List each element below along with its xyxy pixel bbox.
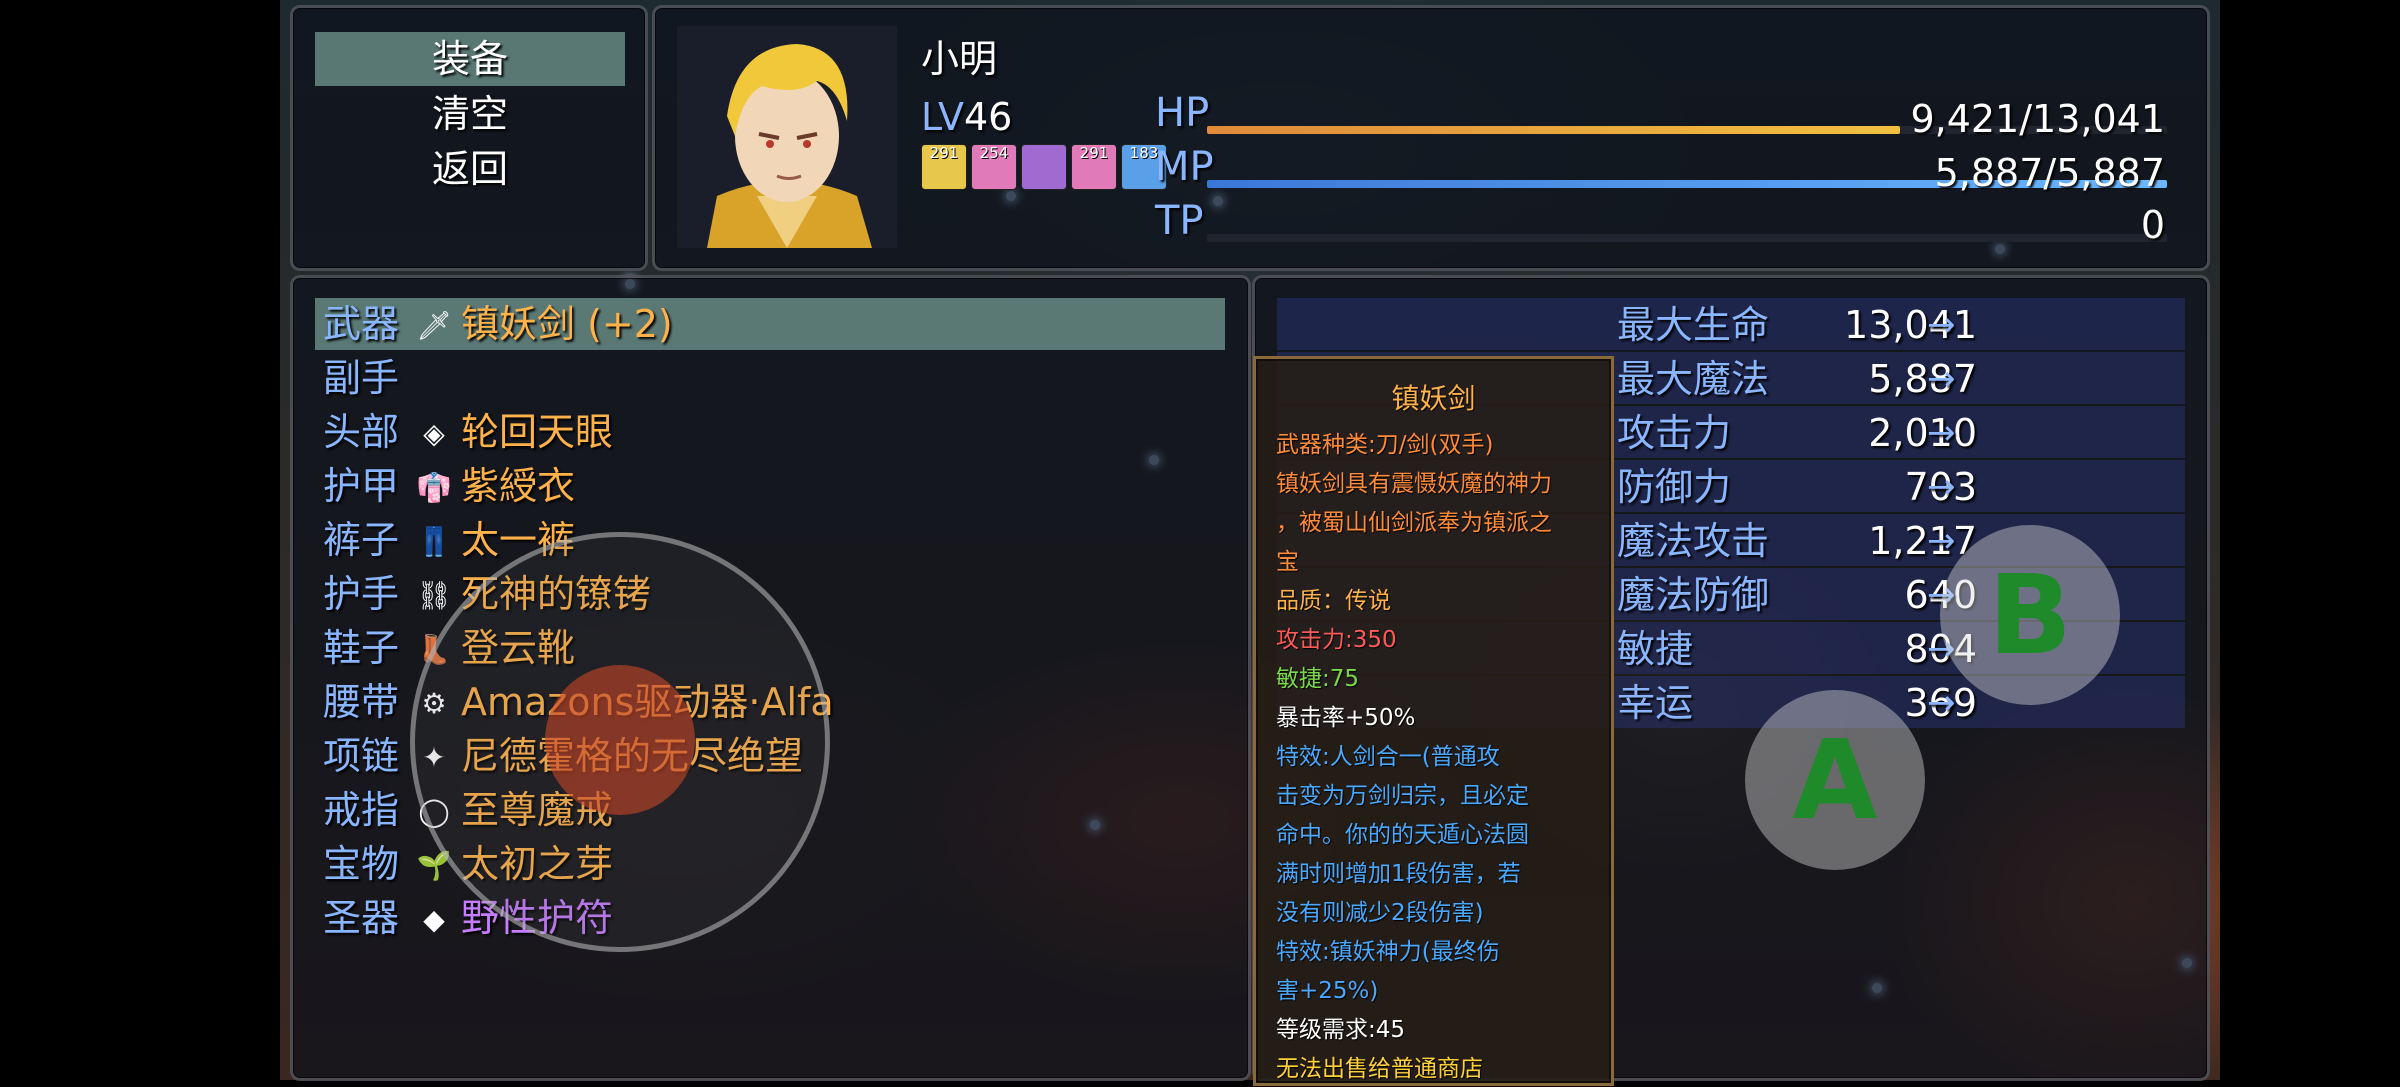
- command-window: 装备 清空 返回: [290, 5, 648, 271]
- level-value: 46: [964, 95, 1013, 139]
- item-description-line: 特效:镇妖神力(最终伤: [1276, 939, 1500, 965]
- equip-slot-row[interactable]: 头部 ◈ 轮回天眼: [315, 406, 1225, 458]
- equip-slot-row[interactable]: 副手: [315, 352, 1225, 404]
- shackles-icon: ⛓: [416, 578, 452, 612]
- tp-label: TP: [1155, 198, 1204, 244]
- actor-status-window: 小明 LV46 291 254 291 183 HP 9,421/13,041 MP …: [652, 5, 2210, 271]
- slot-item-name: 镇妖剑 (+2): [461, 302, 673, 346]
- jaw-buff-icon: [1021, 144, 1067, 190]
- fist-buff-icon: 291: [921, 144, 967, 190]
- item-description-line: 攻击力:350: [1276, 627, 1397, 653]
- mp-value: 5,887/5,887: [1934, 151, 2165, 195]
- slot-name: 护手: [323, 572, 400, 616]
- arrow-right-icon: →: [1927, 305, 1956, 345]
- slot-name: 项链: [323, 734, 400, 778]
- item-description-line: 满时则增加1段伤害，若: [1276, 861, 1521, 887]
- state-turn-count: 291: [929, 144, 959, 162]
- fist-pink-buff-icon: 254: [971, 144, 1017, 190]
- arrow-right-icon: →: [1927, 521, 1956, 561]
- item-description-line: 暴击率+50%: [1276, 705, 1416, 731]
- equip-slot-row[interactable]: 武器 🗡 镇妖剑 (+2): [315, 298, 1225, 350]
- command-back[interactable]: 返回: [315, 142, 625, 196]
- arrow-right-icon: →: [1927, 359, 1956, 399]
- level-label: LV: [921, 95, 964, 139]
- slot-name: 戒指: [323, 788, 400, 832]
- item-description-line: 宝: [1276, 549, 1299, 575]
- actor-portrait: [677, 26, 897, 248]
- stat-name: 敏捷: [1617, 627, 1694, 671]
- hp-value: 9,421/13,041: [1910, 97, 2165, 141]
- pants-icon: 👖: [416, 524, 452, 558]
- item-description-line: 无法出售给普通商店: [1276, 1056, 1483, 1082]
- item-description-line: 没有则减少2段伤害): [1276, 900, 1484, 926]
- a-button[interactable]: A: [1745, 690, 1925, 870]
- slot-name: 圣器: [323, 896, 400, 940]
- slot-name: 头部: [323, 410, 400, 454]
- eye-gem-icon: ◈: [423, 416, 445, 450]
- tp-value: 0: [2140, 203, 2165, 247]
- item-description-line: 品质：传说: [1276, 588, 1391, 614]
- arrow-right-icon: →: [1927, 683, 1956, 723]
- slot-item-name: 紫綬衣: [461, 464, 576, 508]
- item-title: 镇妖剑: [1391, 382, 1476, 415]
- equip-slot-row[interactable]: 裤子 👖 太一裤: [315, 514, 1225, 566]
- stat-name: 魔法防御: [1617, 573, 1770, 617]
- command-equip[interactable]: 装备: [315, 32, 625, 86]
- actor-name: 小明: [921, 37, 998, 81]
- stat-name: 防御力: [1617, 465, 1732, 509]
- hp-label: HP: [1155, 90, 1210, 136]
- amulet-icon: ◆: [423, 902, 445, 936]
- state-icons: 291 254 291 183: [921, 144, 1167, 190]
- slot-name: 鞋子: [323, 626, 400, 670]
- item-description-line: 镇妖剑具有震慑妖魔的神力: [1276, 471, 1552, 497]
- slot-name: 副手: [323, 356, 400, 400]
- item-description-line: 武器种类:刀/剑(双手): [1276, 432, 1494, 458]
- slot-name: 武器: [323, 302, 400, 346]
- slot-item-name: 轮回天眼: [461, 410, 614, 454]
- slot-name: 腰带: [323, 680, 400, 724]
- arrow-right-icon: →: [1927, 467, 1956, 507]
- hand-pink-buff-icon: 291: [1071, 144, 1117, 190]
- b-button[interactable]: B: [1940, 525, 2120, 705]
- stat-name: 魔法攻击: [1617, 519, 1770, 563]
- state-turn-count: 254: [979, 144, 1009, 162]
- item-description-line: 特效:人剑合一(普通攻: [1276, 744, 1500, 770]
- mp-label: MP: [1155, 144, 1214, 190]
- item-description-panel: 镇妖剑 武器种类:刀/剑(双手) 镇妖剑具有震慑妖魔的神力 ，被蜀山仙剑派奉为镇派之…: [1253, 356, 1614, 1086]
- slot-name: 裤子: [323, 518, 400, 562]
- robe-icon: 👘: [416, 470, 452, 504]
- equip-slot-row[interactable]: 护甲 👘 紫綬衣: [315, 460, 1225, 512]
- item-description-line: 击变为万剑归宗，且必定: [1276, 783, 1529, 809]
- arrow-right-icon: →: [1927, 413, 1956, 453]
- state-turn-count: 291: [1079, 144, 1109, 162]
- slot-name: 护甲: [323, 464, 400, 508]
- command-clear[interactable]: 清空: [315, 87, 625, 141]
- equip-slot-row[interactable]: 圣器 ◆ 野性护符: [315, 892, 1225, 944]
- sword-icon: 🗡: [416, 308, 452, 342]
- slot-name: 宝物: [323, 842, 400, 886]
- stat-name: 最大魔法: [1617, 357, 1770, 401]
- joystick-knob[interactable]: [545, 665, 695, 815]
- item-description-line: 害+25%): [1276, 978, 1379, 1004]
- actor-level: LV46: [921, 90, 1012, 144]
- item-description-line: 等级需求:45: [1276, 1017, 1406, 1043]
- stat-name: 幸运: [1617, 681, 1694, 725]
- hp-gauge-fill: [1207, 126, 1901, 134]
- item-description-line: ，被蜀山仙剑派奉为镇派之: [1276, 510, 1552, 536]
- stat-row: 最大生命 13,041 →: [1277, 298, 2185, 350]
- item-description-line: 命中。你的的天遁心法圆: [1276, 822, 1529, 848]
- stat-name: 攻击力: [1617, 411, 1732, 455]
- item-description-line: 敏捷:75: [1276, 666, 1360, 692]
- stat-name: 最大生命: [1617, 303, 1770, 347]
